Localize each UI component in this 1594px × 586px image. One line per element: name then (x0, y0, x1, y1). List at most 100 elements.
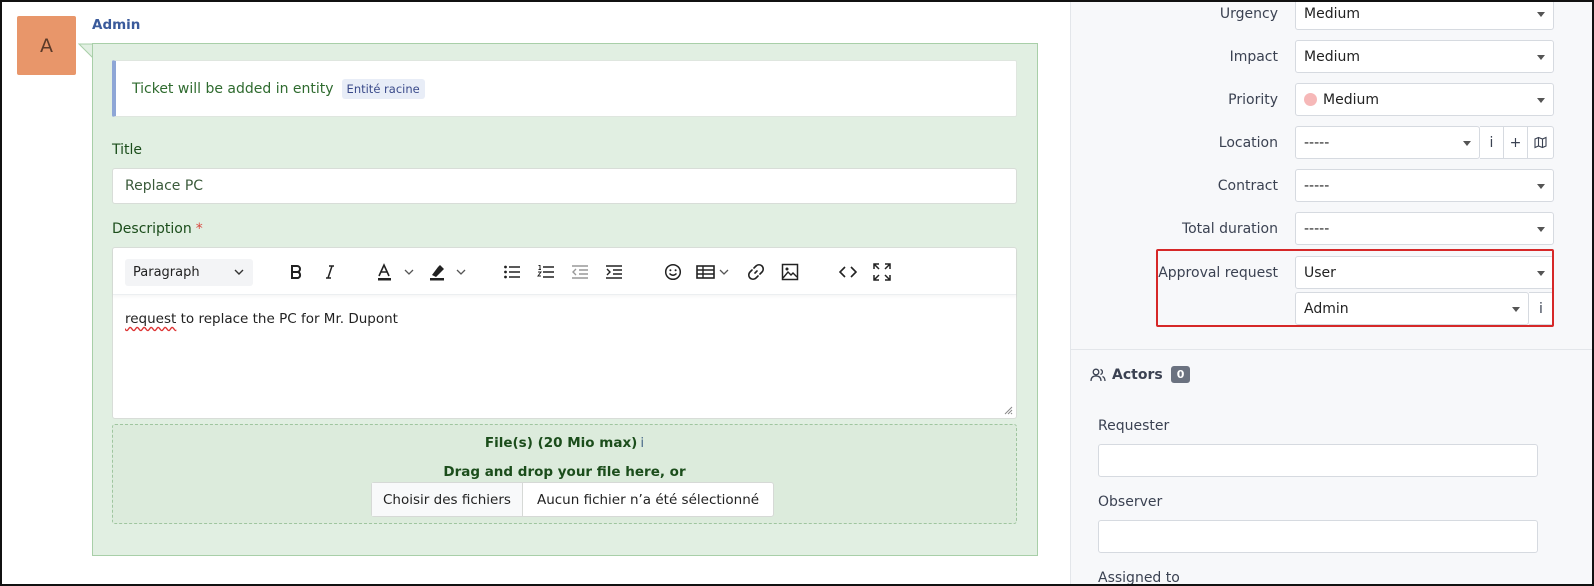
author-name: Admin (92, 17, 141, 33)
total-duration-row: Total duration ----- (1071, 212, 1592, 246)
image-button[interactable] (779, 260, 801, 284)
caret-down-icon (1537, 184, 1545, 189)
link-button[interactable] (745, 260, 767, 284)
misspelled-word: request (125, 311, 177, 327)
priority-row: Priority Medium (1071, 83, 1592, 117)
description-label: Description * (112, 221, 203, 237)
caret-down-icon (1537, 98, 1545, 103)
indent-button[interactable] (603, 260, 625, 284)
italic-icon (326, 265, 334, 279)
highlight-color-button[interactable] (427, 260, 469, 284)
highlighter-icon (430, 265, 466, 281)
users-icon (1090, 368, 1106, 381)
title-label: Title (112, 142, 143, 158)
table-button[interactable] (696, 260, 732, 284)
location-map-button[interactable] (1528, 126, 1554, 159)
avatar-initial: A (40, 34, 53, 57)
bold-icon (291, 265, 302, 279)
urgency-value: Medium (1304, 5, 1360, 22)
contract-label: Contract (1217, 178, 1278, 194)
file-status: Aucun fichier n’a été sélectionné (536, 491, 760, 508)
observer-input[interactable] (1098, 520, 1538, 553)
outdent-button[interactable] (569, 260, 591, 284)
map-icon (1534, 136, 1547, 149)
fullscreen-icon (873, 263, 891, 281)
impact-value: Medium (1304, 48, 1360, 65)
location-value: ----- (1304, 134, 1330, 151)
bold-button[interactable] (285, 260, 307, 284)
image-icon (781, 263, 799, 281)
total-duration-select[interactable]: ----- (1295, 212, 1554, 245)
entity-notice: Ticket will be added in entity Entité ra… (112, 60, 1017, 117)
location-select[interactable]: ----- (1295, 126, 1480, 159)
text-color-icon (378, 263, 414, 281)
resize-grip-icon[interactable] (1003, 405, 1013, 415)
contract-row: Contract ----- (1071, 169, 1592, 203)
italic-button[interactable] (319, 260, 341, 284)
title-value: Replace PC (125, 178, 204, 194)
screen: A Admin Ticket will be added in entity E… (0, 0, 1594, 586)
urgency-select[interactable]: Medium (1295, 2, 1554, 30)
text-color-button[interactable] (375, 260, 417, 284)
caret-down-icon (1463, 141, 1471, 146)
numbered-list-button[interactable] (535, 260, 557, 284)
location-label: Location (1218, 135, 1278, 151)
link-icon (747, 263, 765, 281)
priority-color-dot (1304, 93, 1317, 106)
table-icon (696, 265, 729, 279)
actors-header[interactable]: Actors 0 (1090, 366, 1191, 383)
paragraph-style-select[interactable]: Paragraph (125, 259, 253, 286)
title-input[interactable]: Replace PC (112, 168, 1017, 204)
location-row: Location ----- i + (1071, 126, 1592, 160)
entity-notice-text: Ticket will be added in entity (132, 80, 334, 97)
priority-value: Medium (1323, 91, 1379, 108)
files-title: File(s) (20 Mio max) i (113, 435, 1016, 451)
choose-files-button[interactable]: Choisir des fichiers (372, 483, 523, 516)
contract-select[interactable]: ----- (1295, 169, 1554, 202)
requester-input[interactable] (1098, 444, 1538, 477)
location-add-button[interactable]: + (1504, 126, 1528, 159)
priority-select[interactable]: Medium (1295, 83, 1554, 116)
numbered-list-icon (537, 265, 554, 278)
section-divider (1070, 349, 1592, 350)
required-marker: * (195, 221, 203, 237)
source-code-button[interactable] (837, 260, 859, 284)
file-dropzone[interactable]: File(s) (20 Mio max) i Drag and drop your… (112, 424, 1017, 524)
caret-down-icon (1537, 227, 1545, 232)
approval-highlight-box (1156, 249, 1554, 327)
info-icon[interactable]: i (640, 435, 644, 451)
paragraph-style-value: Paragraph (133, 265, 200, 280)
drag-drop-text: Drag and drop your file here, or (443, 464, 686, 480)
editor-toolbar: Paragraph (113, 248, 1016, 295)
total-duration-value: ----- (1304, 220, 1330, 237)
location-info-button[interactable]: i (1480, 126, 1504, 159)
total-duration-label: Total duration (1181, 221, 1278, 237)
description-text: to replace the PC for Mr. Dupont (176, 311, 398, 327)
chevron-down-icon (234, 269, 244, 275)
emoji-button[interactable] (662, 260, 684, 284)
observer-label: Observer (1098, 494, 1163, 510)
actors-count-badge: 0 (1170, 366, 1191, 383)
impact-select[interactable]: Medium (1295, 40, 1554, 73)
bullet-list-button[interactable] (501, 260, 523, 284)
description-content[interactable]: request to replace the PC for Mr. Dupont (125, 311, 398, 327)
file-picker[interactable]: Choisir des fichiers Aucun fichier n’a é… (371, 482, 775, 517)
caret-down-icon (1537, 12, 1545, 17)
code-icon (839, 266, 857, 278)
actors-title: Actors (1112, 366, 1163, 383)
fullscreen-button[interactable] (871, 260, 893, 284)
urgency-label: Urgency (1219, 6, 1278, 22)
contract-value: ----- (1304, 177, 1330, 194)
impact-row: Impact Medium (1071, 40, 1592, 74)
description-editor[interactable]: Paragraph request to replace the PC for … (112, 247, 1017, 419)
priority-label: Priority (1228, 92, 1278, 108)
urgency-row: Urgency Medium (1071, 2, 1592, 31)
smiley-icon (664, 263, 682, 281)
description-label-text: Description (112, 221, 192, 237)
outdent-icon (572, 265, 588, 279)
assigned-label: Assigned to (1098, 570, 1180, 586)
impact-label: Impact (1229, 49, 1278, 65)
info-icon: i (1489, 134, 1494, 151)
plus-icon: + (1509, 134, 1522, 151)
entity-badge: Entité racine (341, 78, 425, 99)
